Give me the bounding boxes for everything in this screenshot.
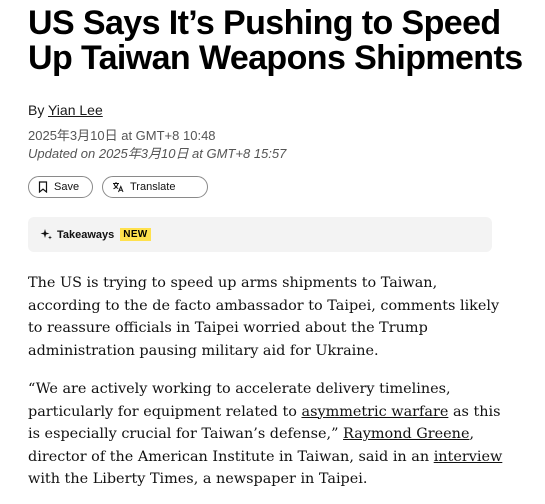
bookmark-icon: [38, 181, 48, 193]
body-paragraph-1: The US is trying to speed up arms shipme…: [28, 275, 500, 359]
byline-prefix: By: [28, 102, 48, 118]
translate-button[interactable]: Translate: [102, 176, 208, 198]
raymond-greene-link[interactable]: Raymond Greene: [343, 426, 469, 442]
takeaways-label: Takeaways: [57, 228, 115, 241]
save-label: Save: [54, 181, 80, 193]
body-paragraph-2: “We are actively working to accelerate d…: [28, 378, 508, 491]
updated-date: Updated on 2025年3月10日 at GMT+8 15:57: [28, 146, 287, 161]
takeaways-bar[interactable]: Takeaways NEW: [28, 217, 492, 252]
new-badge: NEW: [120, 228, 151, 241]
translate-label: Translate: [130, 181, 176, 193]
sparkle-icon: [40, 229, 52, 240]
asymmetric-warfare-link[interactable]: asymmetric warfare: [301, 404, 448, 420]
published-date: 2025年3月10日 at GMT+8 10:48: [28, 128, 216, 143]
save-button[interactable]: Save: [28, 176, 93, 198]
byline: By Yian Lee: [28, 102, 103, 118]
author-link[interactable]: Yian Lee: [48, 102, 103, 118]
interview-link[interactable]: interview: [434, 449, 503, 465]
article-headline: US Says It’s Pushing to Speed Up Taiwan …: [28, 4, 523, 77]
p2-text-d: with the Liberty Times, a newspaper in T…: [28, 471, 368, 487]
translate-icon: [113, 182, 124, 193]
